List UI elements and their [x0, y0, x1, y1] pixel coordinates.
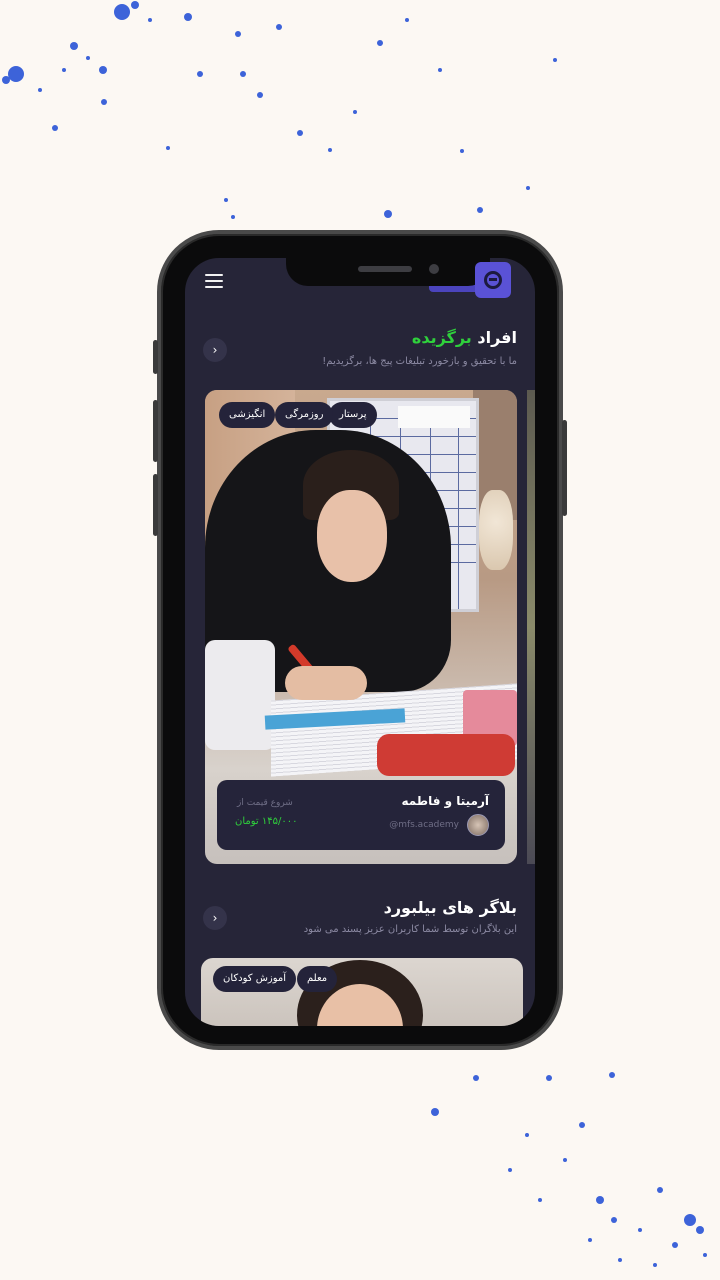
photo-stapler — [377, 734, 515, 776]
featured-section-title: افراد برگزیده — [412, 328, 517, 347]
photo-teddy-bear — [479, 490, 513, 570]
blogger-info-panel[interactable]: آرمیتا و فاطمه @mfs.academy شروع قیمت از… — [217, 780, 505, 850]
next-card-peek[interactable] — [527, 390, 535, 864]
tag-chip-motivational[interactable]: انگیزشی — [219, 402, 276, 428]
tag-chip-daily[interactable]: روزمرگی — [275, 402, 334, 428]
avatar — [467, 814, 489, 836]
featured-title-prefix: افراد — [477, 328, 517, 347]
billboard-blogger-card[interactable]: معلم آموزش کودکان — [201, 958, 523, 1026]
tag-chip-teacher[interactable]: معلم — [297, 966, 338, 992]
tag-chip-nurse[interactable]: پرستار — [329, 402, 377, 428]
price-start-label: شروع قیمت از — [237, 798, 293, 808]
phone-mute-switch — [153, 340, 158, 374]
speaker-grille — [358, 266, 412, 272]
phone-volume-up — [153, 400, 158, 462]
tag-chip-kids-education[interactable]: آموزش کودکان — [213, 966, 297, 992]
photo-sleeve — [205, 640, 275, 750]
phone-notch — [286, 258, 490, 286]
photo-note — [398, 406, 470, 428]
featured-title-accent: برگزیده — [411, 328, 472, 347]
photo-hand — [285, 666, 367, 700]
app-screen: افراد برگزیده ما با تحقیق و بازخورد تبلی… — [185, 258, 535, 1026]
hamburger-icon[interactable] — [205, 274, 223, 288]
front-camera — [429, 264, 439, 274]
phone-volume-down — [153, 474, 158, 536]
billboard-section-title: بلاگر های بیلبورد — [383, 898, 517, 917]
featured-nav-arrow-button[interactable]: › — [203, 338, 227, 362]
billboard-nav-arrow-button[interactable]: › — [203, 906, 227, 930]
phone-mockup: افراد برگزیده ما با تحقیق و بازخورد تبلی… — [153, 230, 567, 1050]
featured-blogger-card[interactable]: پرستار روزمرگی انگیزشی آرمیتا و فاطمه @m… — [205, 390, 517, 864]
brand-logo-icon[interactable] — [475, 262, 511, 298]
phone-power-button — [562, 420, 567, 516]
photo-face — [317, 490, 387, 582]
blogger-name: آرمیتا و فاطمه — [401, 794, 489, 808]
price-value: ۱۴۵/۰۰۰ تومان — [235, 816, 298, 827]
blogger-handle: @mfs.academy — [389, 820, 459, 830]
featured-section-subtitle: ما با تحقیق و بازخورد تبلیغات پیج ها، بر… — [322, 356, 517, 367]
billboard-section-subtitle: این بلاگران توسط شما کاربران عزیز پسند م… — [303, 924, 517, 935]
